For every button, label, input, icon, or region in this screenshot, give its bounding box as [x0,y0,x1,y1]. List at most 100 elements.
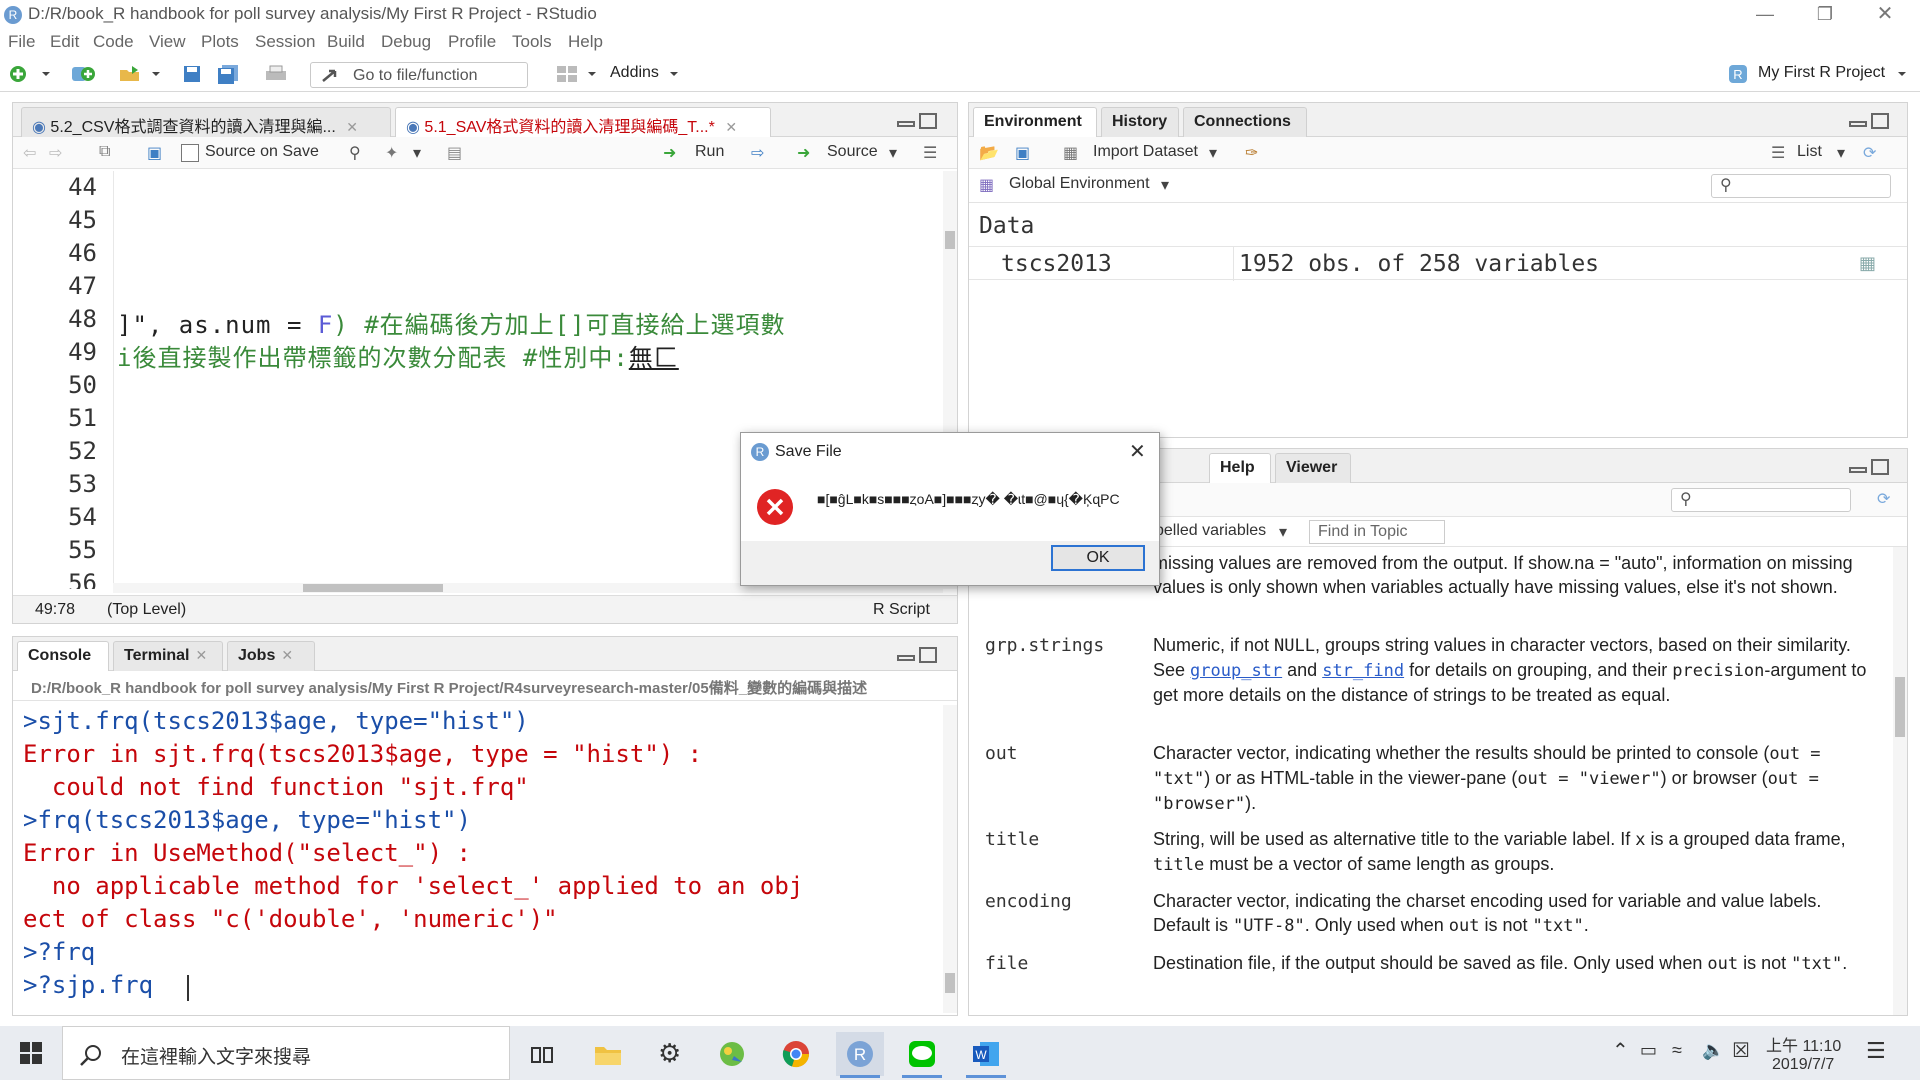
chevron-up-icon[interactable]: ⌃ [1612,1038,1629,1063]
tab-connections[interactable]: Connections [1183,107,1307,137]
save-workspace-icon[interactable]: ▣ [1015,143,1030,163]
menu-file[interactable]: File [8,32,35,52]
menu-debug[interactable]: Debug [381,32,431,52]
source-button[interactable]: Source [827,143,878,161]
menu-build[interactable]: Build [327,32,365,52]
tab-csv-script[interactable]: ◉ 5.2_CSV格式調查資料的讀入清理與編... ✕ [21,107,391,137]
new-project-icon[interactable] [70,64,96,84]
restore-button[interactable]: ❐ [1795,0,1855,30]
refresh-icon[interactable]: ⟳ [1877,489,1890,509]
chevron-down-icon[interactable] [1896,64,1908,84]
menu-tools[interactable]: Tools [512,32,552,52]
close-tab-icon[interactable]: ✕ [346,119,358,135]
tab-history[interactable]: History [1101,107,1179,137]
new-file-icon[interactable] [8,64,28,84]
console-vertical-scrollbar[interactable] [943,705,957,1013]
pane-minmax-controls[interactable] [1845,113,1891,133]
file-type-selector[interactable]: R Script [873,601,930,619]
link-group-str[interactable]: group_str [1190,661,1282,681]
project-menu[interactable]: My First R Project [1758,64,1885,82]
view-table-icon[interactable]: ▦ [1859,253,1876,274]
environment-search-input[interactable]: ⚲ [1711,174,1891,198]
show-in-window-icon[interactable]: ⧉ [99,143,110,161]
tab-viewer[interactable]: Viewer [1275,453,1351,483]
help-search-input[interactable]: ⚲ [1671,488,1851,512]
scope-selector[interactable]: (Top Level) [107,601,186,619]
tab-console[interactable]: Console [17,641,109,672]
load-workspace-icon[interactable]: 📂 [979,143,999,163]
menu-help[interactable]: Help [568,32,603,52]
tab-terminal[interactable]: Terminal ✕ [113,641,223,671]
tab-environment[interactable]: Environment [973,107,1097,138]
forward-icon[interactable]: ⇨ [49,143,62,163]
chevron-down-icon[interactable] [150,64,162,84]
back-icon[interactable]: ⇦ [23,143,36,163]
environment-row-tscs2013[interactable]: tscs2013 1952 obs. of 258 variables ▦ [969,246,1907,281]
environment-scope-selector[interactable]: Global Environment [1009,175,1150,193]
broom-icon[interactable]: ✑ [1245,143,1258,163]
find-in-topic-input[interactable]: Find in Topic [1309,520,1445,544]
menu-edit[interactable]: Edit [50,32,79,52]
addins-menu[interactable]: Addins [610,64,659,82]
search-icon[interactable]: ⚲ [349,143,361,163]
close-dialog-button[interactable]: ✕ [1129,439,1146,464]
open-file-icon[interactable] [118,64,144,84]
goto-file-field[interactable]: Go to file/function [310,62,528,88]
chevron-down-icon[interactable] [586,64,598,84]
chevron-down-icon[interactable]: ▾ [1209,143,1217,163]
chevron-down-icon[interactable] [40,64,52,84]
app-parrot-button[interactable] [708,1032,756,1076]
help-topic-selector[interactable]: belled variables [1155,522,1266,540]
taskbar-search-box[interactable]: 在這裡輸入文字來搜尋 [62,1026,510,1080]
volume-icon[interactable]: 🔈 [1702,1040,1724,1061]
rerun-icon[interactable]: ⇨ [751,143,764,163]
close-window-button[interactable]: ✕ [1855,0,1915,30]
close-tab-icon[interactable]: ✕ [725,119,737,135]
ok-button[interactable]: OK [1051,545,1145,571]
ime-icon[interactable]: ☒ [1732,1038,1750,1063]
notification-icon[interactable]: ☰ [1866,1038,1886,1064]
tab-jobs[interactable]: Jobs ✕ [227,641,315,671]
wifi-icon[interactable]: ≈ [1672,1040,1682,1061]
rstudio-taskbar-button[interactable]: R [836,1032,884,1078]
outline-icon[interactable]: ☰ [923,143,937,163]
compile-report-icon[interactable]: ▤ [447,143,462,163]
chevron-down-icon[interactable]: ▾ [889,143,897,163]
magic-wand-icon[interactable]: ✦ [385,143,398,163]
console-output[interactable]: >sjt.frq(tscs2013$age, type="hist") Error… [13,707,943,1013]
file-explorer-button[interactable] [584,1032,632,1076]
task-view-button[interactable] [518,1032,566,1076]
tab-sav-script[interactable]: ◉ 5.1_SAV格式資料的讀入清理與編碼_T...* ✕ [395,107,771,138]
pane-minmax-controls[interactable] [893,647,939,667]
windows-start-icon[interactable] [20,1042,42,1064]
import-dataset-button[interactable]: Import Dataset [1093,143,1198,161]
chevron-down-icon[interactable]: ▾ [413,143,421,163]
save-icon[interactable]: ▣ [147,143,162,163]
run-button[interactable]: Run [695,143,724,161]
pane-minmax-controls[interactable] [893,113,939,133]
print-icon[interactable] [264,64,288,84]
settings-button[interactable]: ⚙ [646,1032,694,1076]
chevron-down-icon[interactable]: ▾ [1279,522,1287,542]
pane-layout-icon[interactable] [556,64,578,84]
clock-time[interactable]: 上午 11:10 [1766,1032,1841,1056]
chevron-down-icon[interactable]: ▾ [1837,143,1845,163]
clock-date[interactable]: 2019/7/7 [1772,1056,1834,1074]
save-icon[interactable] [182,64,202,84]
help-vertical-scrollbar[interactable] [1893,547,1907,1015]
menu-session[interactable]: Session [255,32,315,52]
tab-help[interactable]: Help [1209,453,1271,484]
word-button[interactable]: W [962,1032,1010,1078]
pane-minmax-controls[interactable] [1845,459,1891,479]
minimize-button[interactable]: — [1735,0,1795,30]
line-app-button[interactable] [898,1032,946,1078]
battery-icon[interactable]: ▭ [1640,1040,1657,1061]
view-mode-selector[interactable]: List [1797,143,1822,161]
chevron-down-icon[interactable]: ▾ [1161,175,1169,195]
menu-plots[interactable]: Plots [201,32,239,52]
source-on-save-checkbox[interactable] [181,144,199,162]
menu-view[interactable]: View [149,32,186,52]
menu-code[interactable]: Code [93,32,134,52]
refresh-icon[interactable]: ⟳ [1863,143,1876,163]
menu-profile[interactable]: Profile [448,32,496,52]
